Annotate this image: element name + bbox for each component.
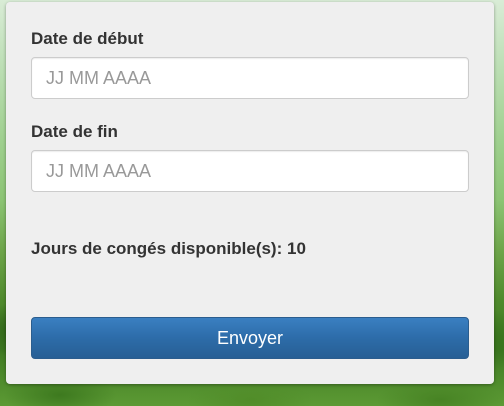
leave-request-form: Date de début Date de fin Jours de congé…	[6, 2, 494, 384]
submit-button[interactable]: Envoyer	[31, 317, 469, 359]
start-date-input[interactable]	[31, 57, 469, 99]
start-date-label: Date de début	[31, 29, 144, 48]
available-leave-count: 10	[287, 239, 306, 258]
end-date-label: Date de fin	[31, 122, 118, 141]
available-leave-days: Jours de congés disponible(s): 10	[31, 239, 306, 259]
available-leave-label: Jours de congés disponible(s):	[31, 239, 283, 258]
end-date-input[interactable]	[31, 150, 469, 192]
